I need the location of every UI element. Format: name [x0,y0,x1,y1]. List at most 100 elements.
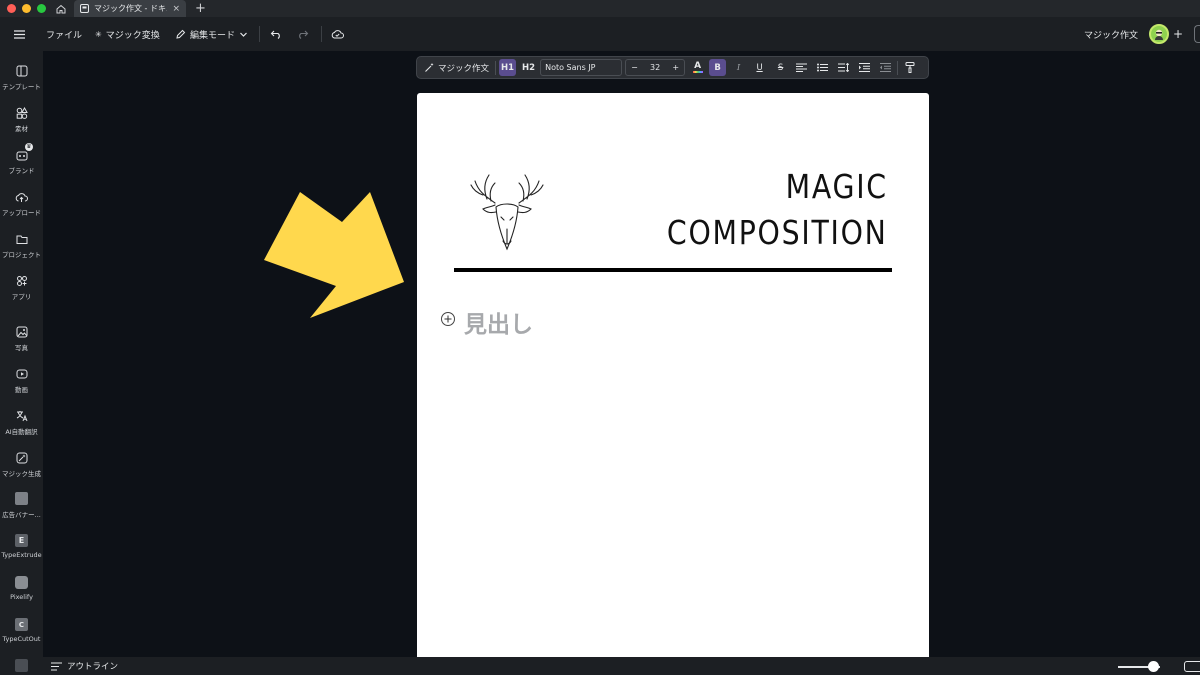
sidebar-item-pixelify[interactable]: Pixelify [0,576,43,601]
share-button[interactable] [1194,17,1200,51]
elements-icon [16,107,28,119]
add-collaborator-button[interactable]: + [1173,17,1183,51]
window-controls [7,4,46,13]
outline-icon [51,661,62,671]
plus-icon: + [195,1,206,16]
top-toolbar: ファイル ✳ マジック変換 編集モード マジック作文 + [0,17,1200,51]
sidebar-item-videos[interactable]: 動画 [0,368,43,394]
text-format-toolbar: マジック作文 H1 H2 Noto Sans JP − 32 + A B I U… [416,56,929,79]
photo-icon [16,326,27,338]
deer-head-logo-icon [470,174,544,251]
font-size-stepper[interactable]: − 32 + [625,59,686,76]
sidebar-item-label: アップロード [2,209,41,217]
home-tab[interactable] [50,0,72,17]
pixelify-app-icon [15,576,28,589]
document-title-line2[interactable]: COMPOSITION [667,213,888,252]
sidebar-item-label: TypeCutOut [2,635,41,643]
font-size-value[interactable]: 32 [650,63,660,72]
magic-switch-button[interactable]: ✳ マジック変換 [95,17,160,51]
undo-button[interactable] [270,17,282,51]
italic-button[interactable]: I [730,59,747,76]
increase-font-size-button[interactable]: + [672,63,679,72]
format-divider [495,60,497,75]
toolbar-divider [259,26,260,42]
bold-button[interactable]: B [709,59,727,76]
add-block-button[interactable] [441,312,455,326]
plus-icon: + [1173,27,1184,41]
edit-mode-label: 編集モード [190,30,236,41]
bullet-list-button[interactable] [814,59,831,76]
sidebar-item-templates[interactable]: テンプレート [0,65,43,91]
document-page[interactable]: MAGIC COMPOSITION 見出し [417,93,929,663]
indent-button[interactable] [856,59,873,76]
sidebar-item-photos[interactable]: 写真 [0,326,43,352]
sidebar-item-typeextrude[interactable]: E TypeExtrude [0,534,43,559]
template-icon [16,65,27,77]
document-tab[interactable]: マジック作文 - ドキ... × [74,0,186,17]
text-color-button[interactable]: A [689,59,706,76]
new-tab-button[interactable]: + [195,0,206,17]
sidebar-item-label: テンプレート [2,83,41,91]
redo-button[interactable] [297,17,309,51]
typecutout-app-icon: C [15,618,28,631]
file-menu-label: ファイル [46,30,83,41]
file-menu-button[interactable]: ファイル [46,17,82,51]
sparkle-icon: ✳ [95,29,102,39]
heading1-button[interactable]: H1 [499,59,517,76]
document-title-label: マジック作文 [1084,30,1139,41]
more-apps-icon [15,659,28,672]
undo-icon [270,30,280,39]
sidebar-item-uploads[interactable]: アップロード [0,191,43,217]
line-spacing-icon [838,63,850,72]
indent-icon [859,63,871,72]
sidebar-item-label: 広告バナー... [2,511,41,519]
line-spacing-button[interactable] [835,59,852,76]
edit-mode-dropdown[interactable]: 編集モード [175,17,248,51]
main-menu-button[interactable] [14,17,25,51]
align-left-button[interactable] [793,59,810,76]
text-color-icon: A [694,61,702,71]
magic-write-button[interactable]: マジック作文 [421,59,492,76]
outline-toggle[interactable]: アウトライン [51,657,118,675]
strikethrough-button[interactable]: S [772,59,789,76]
magic-media-icon [16,452,27,464]
heading2-button[interactable]: H2 [520,59,537,76]
document-title[interactable]: マジック作文 [1084,17,1138,51]
plus-icon [444,315,452,323]
sidebar-item-more-apps[interactable] [0,659,43,672]
sidebar-item-label: プロジェクト [2,251,41,259]
toolbar-divider [321,26,322,42]
close-tab-icon[interactable]: × [172,4,180,14]
sidebar-item-label: ブランド [8,167,35,175]
font-family-select[interactable]: Noto Sans JP [540,59,623,76]
sidebar-item-apps[interactable]: アプリ [0,275,43,301]
sidebar-item-elements[interactable]: 素材 [0,107,43,133]
document-title-line1[interactable]: MAGIC [786,167,888,206]
sidebar-item-projects[interactable]: プロジェクト [0,233,43,259]
magic-wand-icon [425,63,434,72]
brand-icon [16,151,27,161]
heading-placeholder[interactable]: 見出し [464,305,533,339]
home-icon [56,4,66,13]
decrease-font-size-button[interactable]: − [631,63,638,72]
close-window-button[interactable] [7,4,16,13]
sidebar-item-label: 動画 [15,386,28,394]
cloud-check-icon [331,30,344,39]
outdent-button[interactable] [877,59,894,76]
minimize-window-button[interactable] [22,4,31,13]
sidebar-item-brand[interactable]: ♛ ブランド [0,143,43,175]
sidebar-item-ad-banner[interactable]: 広告バナー... [0,492,43,519]
sidebar-item-label: TypeExtrude [1,551,42,559]
sidebar-item-label: 素材 [15,125,28,133]
sidebar-item-typecutout[interactable]: C TypeCutOut [0,618,43,643]
copy-style-button[interactable] [901,59,918,76]
zoom-level-indicator[interactable] [1184,661,1200,675]
avatar[interactable] [1149,24,1169,44]
underline-button[interactable]: U [751,59,768,76]
translate-icon [16,411,27,422]
zoom-slider-handle[interactable] [1148,661,1159,672]
sidebar-item-translate[interactable]: AI自動翻訳 [0,410,43,436]
sidebar-item-magic-media[interactable]: マジック生成 [0,452,43,478]
maximize-window-button[interactable] [37,4,46,13]
cloud-save-status[interactable] [331,17,344,51]
